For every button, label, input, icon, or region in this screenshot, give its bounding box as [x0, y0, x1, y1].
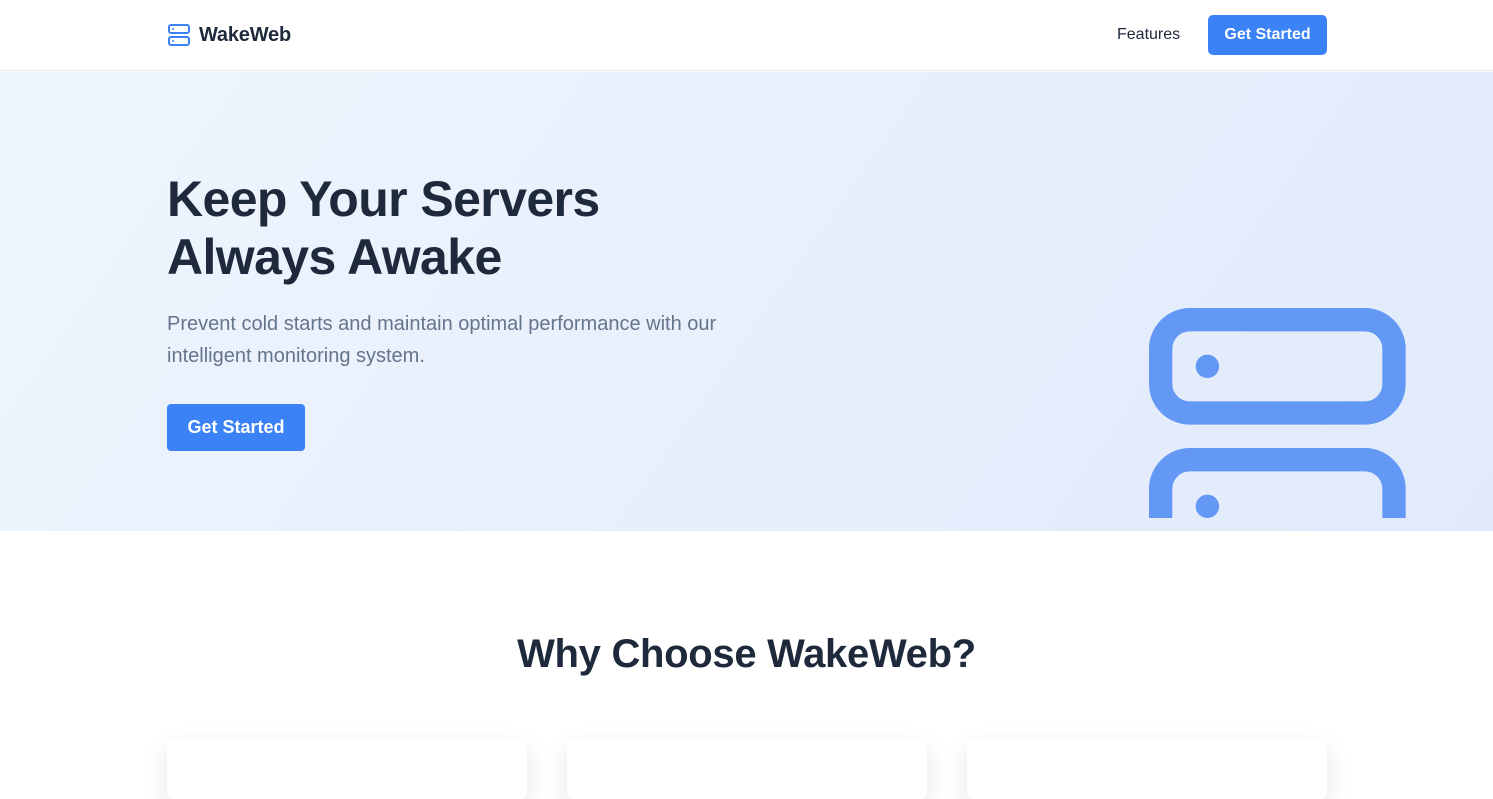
brand-name: WakeWeb	[199, 23, 291, 46]
hero-title: Keep Your Servers Always Awake	[167, 170, 787, 286]
features-title: Why Choose WakeWeb?	[517, 632, 976, 676]
hero-section: Keep Your Servers Always Awake Prevent c…	[0, 72, 1493, 531]
hero-title-line-2: Always Awake	[167, 229, 502, 285]
server-icon	[1149, 308, 1406, 518]
top-navbar: WakeWeb Features Get Started	[0, 0, 1493, 71]
feature-card	[567, 739, 927, 799]
nav-link-features[interactable]: Features	[1117, 24, 1180, 46]
feature-card	[167, 739, 527, 799]
hero-subtitle: Prevent cold starts and maintain optimal…	[167, 313, 717, 367]
hero-title-line-1: Keep Your Servers	[167, 171, 600, 227]
hero-get-started-button[interactable]: Get Started	[167, 404, 305, 451]
server-icon	[168, 24, 190, 46]
brand-logo-link[interactable]: WakeWeb	[167, 19, 291, 51]
nav-get-started-button[interactable]: Get Started	[1208, 15, 1327, 55]
feature-card	[967, 739, 1327, 799]
